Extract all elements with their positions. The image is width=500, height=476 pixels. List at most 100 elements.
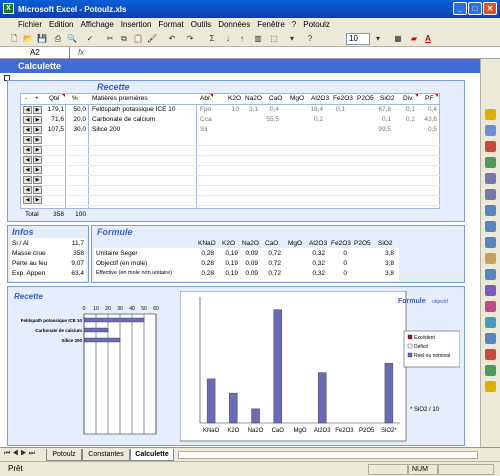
icon[interactable] xyxy=(485,141,496,152)
menu-insertion[interactable]: Insertion xyxy=(121,20,152,29)
icon[interactable] xyxy=(485,269,496,280)
format-painter-icon[interactable]: 🖌 xyxy=(146,33,158,45)
menu-potoulz[interactable]: Potoulz xyxy=(303,20,330,29)
icon[interactable] xyxy=(485,301,496,312)
chevron-down-icon[interactable]: ▾ xyxy=(372,33,384,45)
menu-fenetre[interactable]: Fenêtre xyxy=(257,20,285,29)
drawing-icon[interactable]: ⬚ xyxy=(268,33,280,45)
pct-cell[interactable]: 20,0 xyxy=(66,116,86,123)
save-icon[interactable]: 💾 xyxy=(36,33,48,45)
formule-value-cell: 0 xyxy=(343,260,347,267)
icon[interactable] xyxy=(485,109,496,120)
spelling-icon[interactable]: ✓ xyxy=(84,33,96,45)
cut-icon[interactable]: ✂ xyxy=(104,33,116,45)
sort-asc-icon[interactable]: ↓ xyxy=(222,33,234,45)
qte-cell[interactable]: 71,6 xyxy=(40,116,64,123)
print-preview-icon[interactable]: 🔍 xyxy=(66,33,78,45)
row-minus-button[interactable]: ◀ xyxy=(23,116,32,124)
close-button[interactable]: ✕ xyxy=(483,2,497,15)
icon[interactable] xyxy=(485,205,496,216)
chart-wizard-icon[interactable]: ▥ xyxy=(252,33,264,45)
row-minus-button[interactable]: ◀ xyxy=(23,166,32,174)
icon[interactable] xyxy=(485,253,496,264)
icon[interactable] xyxy=(485,333,496,344)
maximize-button[interactable]: □ xyxy=(468,2,482,15)
row-plus-button[interactable]: ▶ xyxy=(33,186,42,194)
row-plus-button[interactable]: ▶ xyxy=(33,146,42,154)
icon[interactable] xyxy=(485,365,496,376)
menu-affichage[interactable]: Affichage xyxy=(80,20,113,29)
formule-value-cell: 0,32 xyxy=(312,260,325,267)
minimize-button[interactable]: _ xyxy=(453,2,467,15)
redo-icon[interactable]: ↷ xyxy=(184,33,196,45)
autosum-icon[interactable]: Σ xyxy=(206,33,218,45)
icon[interactable] xyxy=(485,221,496,232)
material-name-cell[interactable]: Feldspath potassique ICE 10 xyxy=(92,106,175,113)
grid-line xyxy=(196,104,197,208)
zoom-in-icon[interactable] xyxy=(485,173,496,184)
icon[interactable] xyxy=(485,349,496,360)
zoom-out-icon[interactable] xyxy=(485,189,496,200)
row-minus-button[interactable]: ◀ xyxy=(23,136,32,144)
tab-potoulz[interactable]: Potoulz xyxy=(46,449,82,461)
row-minus-button[interactable]: ◀ xyxy=(23,146,32,154)
icon[interactable] xyxy=(485,381,496,392)
menu-fichier[interactable]: Fichier xyxy=(18,20,42,29)
menu-outils[interactable]: Outils xyxy=(191,20,211,29)
help-icon[interactable]: ? xyxy=(304,33,316,45)
row-plus-button[interactable]: ▶ xyxy=(33,166,42,174)
legend-label: Excédent xyxy=(414,335,435,341)
paste-icon[interactable]: 📋 xyxy=(132,33,144,45)
row-line xyxy=(20,185,440,186)
row-minus-button[interactable]: ◀ xyxy=(23,156,32,164)
sort-desc-icon[interactable]: ↑ xyxy=(236,33,248,45)
qte-cell[interactable]: 107,5 xyxy=(40,126,64,133)
legend-swatch xyxy=(407,334,413,340)
row-plus-button[interactable]: ▶ xyxy=(33,196,42,204)
row-plus-button[interactable]: ▶ xyxy=(33,156,42,164)
tab-calculette[interactable]: Calculette xyxy=(130,449,174,461)
menu-edition[interactable]: Edition xyxy=(49,20,73,29)
name-box[interactable]: A2 xyxy=(0,47,70,59)
material-name-cell[interactable]: Carbonate de calcium xyxy=(92,116,155,123)
fill-color-icon[interactable]: ▰ xyxy=(408,33,420,45)
oxide-value-cell: 18,4 xyxy=(310,106,323,113)
menu-donnees[interactable]: Données xyxy=(218,20,250,29)
qte-cell[interactable]: 179,1 xyxy=(40,106,64,113)
undo-icon[interactable]: ↶ xyxy=(166,33,178,45)
copy-icon[interactable]: ⧉ xyxy=(118,33,130,45)
formule-row-label: Unitaire Seger xyxy=(96,250,138,257)
icon[interactable] xyxy=(485,285,496,296)
menu-help[interactable]: ? xyxy=(292,20,296,29)
menu-format[interactable]: Format xyxy=(158,20,183,29)
icon[interactable] xyxy=(485,125,496,136)
pct-cell[interactable]: 50,0 xyxy=(66,106,86,113)
row-minus-button[interactable]: ◀ xyxy=(23,196,32,204)
borders-icon[interactable]: ▦ xyxy=(392,33,404,45)
recette-title: Recette xyxy=(97,82,130,92)
font-color-icon[interactable]: A xyxy=(422,33,434,45)
icon[interactable] xyxy=(485,157,496,168)
row-minus-button[interactable]: ◀ xyxy=(23,106,32,114)
material-name-cell[interactable]: Silice 200 xyxy=(92,126,120,133)
zoom-icon[interactable]: ▾ xyxy=(286,33,298,45)
formule-value-cell: 0,72 xyxy=(268,260,281,267)
open-folder-icon[interactable]: 📂 xyxy=(22,33,34,45)
horizontal-scrollbar[interactable] xyxy=(178,451,478,459)
bar xyxy=(318,372,327,424)
col-header-na2o: Na2O xyxy=(245,95,262,102)
row-minus-button[interactable]: ◀ xyxy=(23,186,32,194)
new-file-icon[interactable]: 🗋 xyxy=(8,33,20,45)
row-plus-button[interactable]: ▶ xyxy=(33,136,42,144)
font-size-select[interactable]: 10 xyxy=(346,33,370,45)
function-icon[interactable]: fx xyxy=(78,48,84,57)
tab-scroll-icons[interactable]: ⏮ ◀ ▶ ⏭ xyxy=(4,450,35,458)
row-minus-button[interactable]: ◀ xyxy=(23,126,32,134)
icon[interactable] xyxy=(485,237,496,248)
row-plus-button[interactable]: ▶ xyxy=(33,176,42,184)
print-icon[interactable]: ⎙ xyxy=(52,33,64,45)
tab-constantes[interactable]: Constantes xyxy=(82,449,130,461)
row-minus-button[interactable]: ◀ xyxy=(23,176,32,184)
pct-cell[interactable]: 30,0 xyxy=(66,126,86,133)
icon[interactable] xyxy=(485,317,496,328)
